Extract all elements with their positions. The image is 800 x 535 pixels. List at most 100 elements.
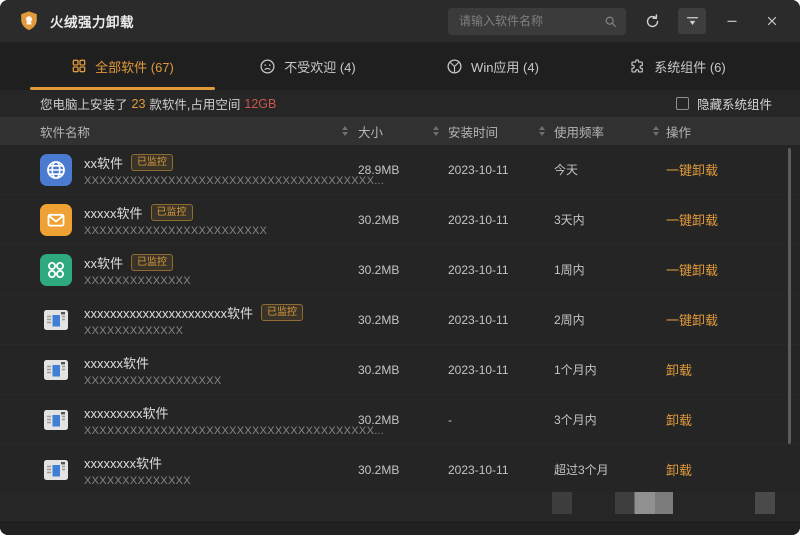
installed-count: 23 [132, 97, 146, 111]
header-install-time[interactable]: 安装时间 [448, 122, 530, 141]
table-row[interactable]: xxxxx软件已监控 XXXXXXXXXXXXXXXXXXXXXXXX 30.2… [0, 195, 800, 245]
software-name: xxxxxxxx软件 [84, 453, 162, 472]
redacted-block [552, 492, 572, 514]
occupied-size: 12GB [244, 97, 276, 111]
window-app-icon [40, 304, 72, 336]
clover-app-icon [40, 254, 72, 286]
sort-frequency-button[interactable] [646, 126, 666, 136]
window-app-icon [40, 404, 72, 436]
install-time-value: 2023-10-11 [448, 313, 530, 327]
size-value: 30.2MB [358, 413, 424, 427]
software-name: xxxxxxxxxxxxxxxxxxxxxx软件 [84, 303, 253, 322]
name-cell: xxxxxxxx软件 XXXXXXXXXXXXXX [40, 453, 332, 487]
monitored-badge: 已监控 [131, 254, 173, 271]
table-row[interactable]: xxxxxx软件 XXXXXXXXXXXXXXXXXX 30.2MB 2023-… [0, 345, 800, 395]
status-middle: 款软件,占用空间 [149, 94, 240, 113]
name-text: xxxxxxxxxxxxxxxxxxxxxx软件已监控 XXXXXXXXXXXX… [84, 303, 303, 337]
header-name[interactable]: 软件名称 [40, 122, 332, 141]
name-cell: xxxxxxxxx软件 XXXXXXXXXXXXXXXXXXXXXXXXXXXX… [40, 403, 332, 437]
search-input[interactable] [457, 13, 604, 29]
table-row[interactable]: xx软件已监控 XXXXXXXXXXXXXX 30.2MB 2023-10-11… [0, 245, 800, 295]
close-button[interactable] [758, 8, 786, 34]
name-cell: xxxxxx软件 XXXXXXXXXXXXXXXXXX [40, 353, 332, 387]
hide-system-components-toggle[interactable]: 隐藏系统组件 [676, 94, 772, 113]
uninstall-button[interactable]: 卸载 [666, 460, 786, 479]
sort-install-time-button[interactable] [530, 126, 554, 136]
sort-name-button[interactable] [332, 126, 358, 136]
vertical-scrollbar[interactable] [788, 148, 791, 444]
table-row[interactable]: xx软件已监控 XXXXXXXXXXXXXXXXXXXXXXXXXXXXXXXX… [0, 145, 800, 195]
mail-app-icon [40, 204, 72, 236]
hide-system-checkbox[interactable] [676, 97, 689, 110]
shield-logo-icon [18, 10, 40, 32]
software-subtitle: XXXXXXXXXXXXX [84, 325, 303, 337]
tab-system-components[interactable]: 系统组件 (6) [585, 42, 770, 90]
minimize-button[interactable] [718, 8, 746, 34]
grid-icon [71, 58, 87, 74]
frequency-value: 2周内 [554, 311, 646, 328]
size-value: 30.2MB [358, 213, 424, 227]
tab-label: 不受欢迎 (4) [284, 57, 356, 76]
size-value: 30.2MB [358, 463, 424, 477]
uninstall-button[interactable]: 一键卸载 [666, 160, 786, 179]
uninstall-button[interactable]: 一键卸载 [666, 260, 786, 279]
window-bottom-edge [0, 522, 800, 535]
monitored-badge: 已监控 [261, 304, 303, 321]
table-row[interactable]: xxxxxxxx软件 XXXXXXXXXXXXXX 30.2MB 2023-10… [0, 445, 800, 495]
table-row[interactable]: xxxxxxxxxxxxxxxxxxxxxx软件已监控 XXXXXXXXXXXX… [0, 295, 800, 345]
software-name: xx软件 [84, 253, 123, 272]
frequency-value: 3天内 [554, 211, 646, 228]
status-prefix: 您电脑上安装了 [40, 94, 128, 113]
monitored-badge: 已监控 [131, 154, 173, 171]
uninstall-button[interactable]: 卸载 [666, 410, 786, 429]
redacted-block [615, 492, 673, 514]
size-value: 28.9MB [358, 163, 424, 177]
software-subtitle: XXXXXXXXXXXXXXXXXXXXXXXX [84, 225, 267, 237]
frequency-value: 今天 [554, 161, 646, 178]
search-box[interactable] [448, 8, 626, 35]
software-name: xxxxxxxxx软件 [84, 403, 169, 422]
app-window: 火绒强力卸载 [0, 0, 800, 535]
table-header: 软件名称 大小 安装时间 使用频率 操作 [0, 117, 800, 145]
name-cell: xxxxxxxxxxxxxxxxxxxxxx软件已监控 XXXXXXXXXXXX… [40, 303, 332, 337]
tab-label: 全部软件 (67) [95, 57, 174, 76]
sort-size-button[interactable] [424, 126, 448, 136]
redacted-block [755, 492, 775, 514]
header-size[interactable]: 大小 [358, 122, 424, 141]
uninstall-button[interactable]: 一键卸载 [666, 210, 786, 229]
size-value: 30.2MB [358, 313, 424, 327]
header-frequency[interactable]: 使用频率 [554, 122, 646, 141]
software-name: xx软件 [84, 153, 123, 172]
install-time-value: 2023-10-11 [448, 463, 530, 477]
name-text: xxxxx软件已监控 XXXXXXXXXXXXXXXXXXXXXXXX [84, 203, 267, 237]
software-subtitle: XXXXXXXXXXXXXXXXXX [84, 375, 221, 387]
table-row[interactable]: xxxxxxxxx软件 XXXXXXXXXXXXXXXXXXXXXXXXXXXX… [0, 395, 800, 445]
install-time-value: 2023-10-11 [448, 263, 530, 277]
window-app-icon [40, 454, 72, 486]
uninstall-button[interactable]: 一键卸载 [666, 310, 786, 329]
window-app-icon [40, 354, 72, 386]
globe-app-icon [40, 154, 72, 186]
sad-face-icon [259, 58, 276, 75]
refresh-button[interactable] [638, 8, 666, 34]
tab-unwelcome[interactable]: 不受欢迎 (4) [215, 42, 400, 90]
status-bar: 您电脑上安装了 23 款软件,占用空间 12GB 隐藏系统组件 [0, 90, 800, 117]
name-text: xxxxxxxxx软件 XXXXXXXXXXXXXXXXXXXXXXXXXXXX… [84, 403, 384, 437]
refresh-icon [644, 13, 661, 30]
uninstall-button[interactable]: 卸载 [666, 360, 786, 379]
name-text: xxxxxxxx软件 XXXXXXXXXXXXXX [84, 453, 191, 487]
tab-all-software[interactable]: 全部软件 (67) [30, 42, 215, 90]
frequency-value: 1个月内 [554, 361, 646, 378]
install-time-value: 2023-10-11 [448, 163, 530, 177]
install-time-value: - [448, 413, 530, 427]
software-subtitle: XXXXXXXXXXXXXX [84, 275, 191, 287]
tab-label: 系统组件 (6) [654, 57, 726, 76]
name-cell: xxxxx软件已监控 XXXXXXXXXXXXXXXXXXXXXXXX [40, 203, 332, 237]
filter-icon [685, 14, 700, 29]
monitored-badge: 已监控 [151, 204, 193, 221]
name-text: xx软件已监控 XXXXXXXXXXXXXXXXXXXXXXXXXXXXXXXX… [84, 153, 384, 187]
tab-label: Win应用 (4) [471, 57, 539, 76]
filter-button[interactable] [678, 8, 706, 34]
tab-win-apps[interactable]: Win应用 (4) [400, 42, 585, 90]
name-cell: xx软件已监控 XXXXXXXXXXXXXX [40, 253, 332, 287]
